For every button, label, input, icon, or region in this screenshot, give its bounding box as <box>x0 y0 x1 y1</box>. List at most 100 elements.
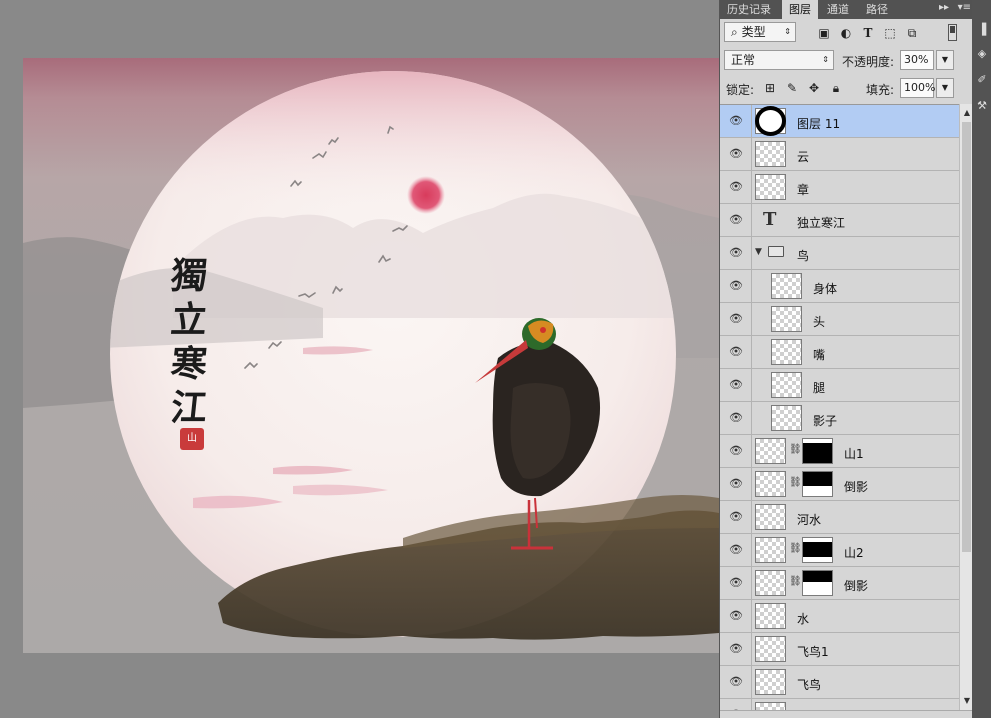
type-filter-icon[interactable]: T <box>861 27 875 40</box>
layer-thumbnail <box>755 603 786 629</box>
layer-mask-thumbnail[interactable] <box>802 537 833 563</box>
fill-dropdown-icon[interactable]: ▼ <box>936 78 954 98</box>
link-chain-icon[interactable]: ⛓ <box>789 477 802 488</box>
layers-stack-icon[interactable]: ◈ <box>974 46 990 62</box>
link-chain-icon[interactable]: ⛓ <box>789 444 802 455</box>
lock-transparent-icon[interactable]: ⊞ <box>763 82 777 95</box>
link-chain-icon[interactable]: ⛓ <box>789 576 802 587</box>
layer-row[interactable]: 👁︎ 云 <box>720 138 959 171</box>
updown-arrow-icon: ⇕ <box>822 55 829 64</box>
layer-row[interactable]: 👁︎ ⛓ 倒影 <box>720 567 959 600</box>
filter-toggle-switch[interactable] <box>948 24 957 41</box>
tool-preset-icon[interactable]: ⚒ <box>974 98 990 114</box>
visibility-eye-icon[interactable]: 👁︎ <box>729 411 743 425</box>
collapsed-panels-strip: ▐ ◈ ✐ ⚒ <box>972 0 991 718</box>
blend-mode-value: 正常 <box>731 53 756 67</box>
mask-fill <box>803 442 832 463</box>
layer-mask-thumbnail[interactable] <box>802 438 833 464</box>
visibility-eye-icon[interactable]: 👁︎ <box>729 642 743 656</box>
layer-thumbnail <box>755 669 786 695</box>
layer-name: 山1 <box>844 447 864 461</box>
lock-brush-icon[interactable]: ✎ <box>785 82 799 95</box>
visibility-eye-icon[interactable]: 👁︎ <box>729 378 743 392</box>
divider <box>751 699 752 710</box>
smart-object-filter-icon[interactable]: ⧉ <box>905 27 919 40</box>
visibility-eye-icon[interactable]: 👁︎ <box>729 510 743 524</box>
visibility-eye-icon[interactable]: 👁︎ <box>729 279 743 293</box>
tab-layers[interactable]: 图层 <box>782 0 818 19</box>
panel-menu-icon[interactable]: ▾≡ <box>958 2 971 13</box>
blend-mode-select[interactable]: 正常 ⇕ <box>724 50 834 70</box>
panel-toggle-icon[interactable]: ▐ <box>974 22 990 38</box>
calligraphy-char-3: 寒 <box>168 343 210 385</box>
layer-row[interactable]: 👁︎ ▼ 鸟 <box>720 237 959 270</box>
layer-row[interactable]: 👁︎ T 独立寒江 <box>720 204 959 237</box>
divider <box>751 138 752 171</box>
visibility-eye-icon[interactable]: 👁︎ <box>729 246 743 260</box>
layer-row[interactable]: 👁︎ 水 <box>720 600 959 633</box>
shape-filter-icon[interactable]: ⬚ <box>883 27 897 40</box>
layer-row[interactable]: 👁︎ 飞鸟1 <box>720 633 959 666</box>
layer-thumbnail <box>755 141 786 167</box>
layer-list: 👁︎ 图层 11 👁︎ 云 👁︎ 章 👁︎ T 独立寒江 👁︎ ▼ 鸟 👁︎ 身体 👁︎ 头 👁︎ 嘴 👁︎ 腿 👁︎ 影… <box>720 104 959 710</box>
image-filter-icon[interactable]: ▣ <box>817 27 831 40</box>
layer-name: 章 <box>797 183 810 197</box>
layer-thumbnail <box>755 636 786 662</box>
opacity-dropdown-icon[interactable]: ▼ <box>936 50 954 70</box>
layer-row[interactable]: 👁︎ 图层 11 <box>720 105 959 138</box>
calligraphy-char-1: 獨 <box>168 255 210 297</box>
red-seal-stamp: 山 <box>180 428 204 450</box>
visibility-eye-icon[interactable]: 👁︎ <box>729 114 743 128</box>
brush-panel-icon[interactable]: ✐ <box>974 72 990 88</box>
layer-row[interactable]: 👁︎ 腿 <box>720 369 959 402</box>
visibility-eye-icon[interactable]: 👁︎ <box>729 345 743 359</box>
layer-row[interactable]: 👁︎ 头 <box>720 303 959 336</box>
layer-row[interactable]: 👁︎ 河水 <box>720 501 959 534</box>
layer-thumbnail <box>771 372 802 398</box>
layer-row[interactable]: 👁︎ ⛓ 倒影 <box>720 468 959 501</box>
visibility-eye-icon[interactable]: 👁︎ <box>729 675 743 689</box>
layers-panel: 历史记录 图层 通道 路径 ▸▸ ▾≡ ⌕ 类型 ⇕ ▣ ◐ T ⬚ ⧉ 正常 … <box>719 0 973 718</box>
link-chain-icon[interactable]: ⛓ <box>789 543 802 554</box>
adjustment-filter-icon[interactable]: ◐ <box>839 27 853 40</box>
layer-row[interactable]: 👁︎ ⛓ 山2 <box>720 534 959 567</box>
divider <box>751 303 752 336</box>
layer-filter-select[interactable]: ⌕ 类型 ⇕ <box>724 22 796 42</box>
visibility-eye-icon[interactable]: 👁︎ <box>729 180 743 194</box>
layer-row[interactable]: 👁︎ 嘴 <box>720 336 959 369</box>
layer-row[interactable]: 👁︎ 章 <box>720 171 959 204</box>
layer-mask-thumbnail[interactable] <box>802 471 833 497</box>
layer-row[interactable]: 👁︎ <box>720 699 959 710</box>
layer-thumbnail <box>771 339 802 365</box>
visibility-eye-icon[interactable]: 👁︎ <box>729 213 743 227</box>
tab-channels[interactable]: 通道 <box>820 0 856 19</box>
layer-row[interactable]: 👁︎ ⛓ 山1 <box>720 435 959 468</box>
tab-paths[interactable]: 路径 <box>859 0 895 19</box>
visibility-eye-icon[interactable]: 👁︎ <box>729 444 743 458</box>
lock-all-icon[interactable]: 🔒︎ <box>829 82 843 95</box>
double-right-arrow-icon[interactable]: ▸▸ <box>939 2 949 13</box>
text-layer-icon: T <box>763 209 777 230</box>
scroll-thumb[interactable] <box>962 122 971 552</box>
visibility-eye-icon[interactable]: 👁︎ <box>729 312 743 326</box>
layer-thumbnail <box>755 108 786 134</box>
canvas-area[interactable]: 獨 立 寒 江 山 <box>0 0 719 718</box>
lock-move-icon[interactable]: ✥ <box>807 82 821 95</box>
panel-tab-bar: 历史记录 图层 通道 路径 ▸▸ ▾≡ <box>720 0 973 19</box>
group-expand-icon[interactable]: ▼ <box>755 247 762 257</box>
layer-row[interactable]: 👁︎ 影子 <box>720 402 959 435</box>
layer-row[interactable]: 👁︎ 身体 <box>720 270 959 303</box>
fill-input[interactable]: 100% <box>900 78 935 98</box>
visibility-eye-icon[interactable]: 👁︎ <box>729 147 743 161</box>
visibility-eye-icon[interactable]: 👁︎ <box>729 477 743 491</box>
document-artwork[interactable]: 獨 立 寒 江 山 <box>23 58 719 653</box>
visibility-eye-icon[interactable]: 👁︎ <box>729 576 743 590</box>
layer-row[interactable]: 👁︎ 飞鸟 <box>720 666 959 699</box>
layer-list-scrollbar[interactable]: ▲ ▼ <box>959 104 973 710</box>
opacity-input[interactable]: 30% <box>900 50 934 70</box>
visibility-eye-icon[interactable]: 👁︎ <box>729 609 743 623</box>
layer-mask-thumbnail[interactable] <box>802 570 833 596</box>
visibility-eye-icon[interactable]: 👁︎ <box>729 543 743 557</box>
divider <box>751 600 752 633</box>
tab-history[interactable]: 历史记录 <box>720 0 778 19</box>
